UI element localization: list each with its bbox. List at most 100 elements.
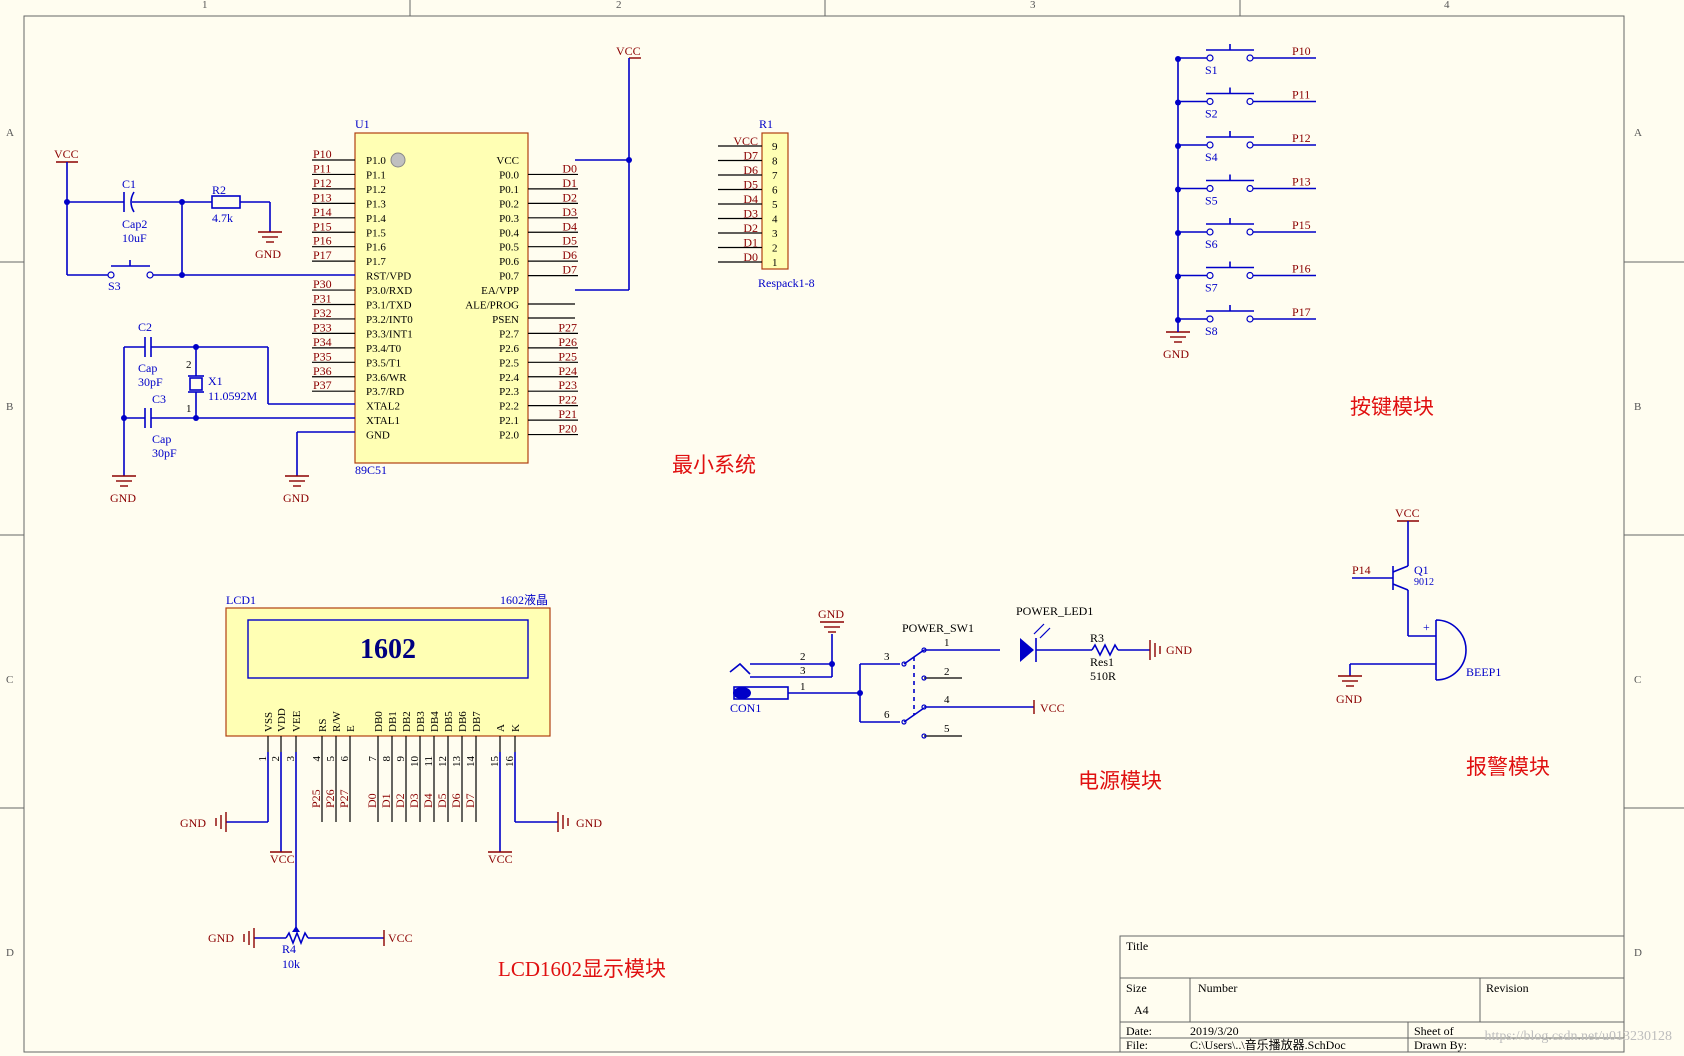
lcd-pin-label: R/W <box>331 711 343 732</box>
mcu-right-pin-label: P2.4 <box>499 372 519 384</box>
mcu-left-net-label: P16 <box>313 234 332 248</box>
respack-net-label: D2 <box>743 221 758 235</box>
key-contact <box>1246 141 1254 149</box>
lcd-pin-label: DB5 <box>443 711 455 732</box>
mcu-right-pin-label: P0.7 <box>499 271 519 283</box>
title-power: 电源模块 <box>1078 769 1162 793</box>
mcu-right-net-label: P24 <box>558 364 577 378</box>
mcu-left-pin-label: XTAL1 <box>366 415 400 427</box>
key-ref: S5 <box>1205 194 1218 208</box>
key-net: P11 <box>1292 88 1310 102</box>
key-contact <box>1206 228 1214 236</box>
mcu-left-pin-label: P1.1 <box>366 169 386 181</box>
buzzer-symbol <box>1435 619 1467 681</box>
mcu-left-pin-label: P1.5 <box>366 227 386 239</box>
lcd-net-label: P27 <box>337 789 351 808</box>
key-ref: S8 <box>1205 324 1218 338</box>
mcu-left-net-label: P12 <box>313 176 332 190</box>
grid-col-2: 2 <box>616 0 622 11</box>
respack-net-label: D5 <box>743 178 758 192</box>
key-ref: S1 <box>1205 63 1218 77</box>
lcd-pin-number: 10 <box>409 756 421 768</box>
mcu-left-pin-label: P3.1/TXD <box>366 300 412 312</box>
key-net: P13 <box>1292 175 1311 189</box>
key-contact <box>1206 97 1214 106</box>
q1-ref: Q1 <box>1414 563 1429 577</box>
lcd1602[interactable]: LCD1 1602液晶 1602 VSS1VDD2VEE3RS4R/W5E6DB… <box>225 592 551 822</box>
tb-file: File: <box>1126 1038 1148 1052</box>
lcd-pin-label: VEE <box>291 710 303 732</box>
mcu-right-pin-label: P2.1 <box>499 415 519 427</box>
grid-row-d-right: D <box>1634 947 1642 959</box>
sw-pin-4: 4 <box>944 694 950 706</box>
lcd-net-label: D0 <box>365 793 379 808</box>
alarm-module: VCC P14 Q1 9012 + GND BEEP1 <box>1336 506 1501 706</box>
grid-row-c: C <box>6 674 13 686</box>
gnd-label-reset: GND <box>255 247 281 261</box>
lcd-net-label: D3 <box>407 793 421 808</box>
mcu-u1[interactable]: U1 89C51 P1.0 P1.1 P1.2 P1.3 P1.4 P1.5 P1.6 P1.… <box>312 117 578 477</box>
key-ref: S4 <box>1205 150 1218 164</box>
c1-val: 10uF <box>122 231 147 245</box>
title-lcd: LCD1602显示模块 <box>498 957 666 981</box>
vcc-label-lcd-vdd: VCC <box>270 852 295 866</box>
vcc-label-reset: VCC <box>54 147 79 161</box>
r3-ref: R3 <box>1090 631 1104 645</box>
power-module: GND 2 3 1 CON1 3 1 2 6 4 5 POWER_SW1 VCC… <box>729 604 1192 739</box>
q1-part: 9012 <box>1414 577 1434 588</box>
mcu-right-pin-label: VCC <box>496 155 519 167</box>
grid-row-b: B <box>6 401 13 413</box>
mcu-right-net-label: D1 <box>562 176 577 190</box>
respack-pin-number: 5 <box>772 199 778 211</box>
key-contact <box>1246 97 1254 106</box>
key-contact <box>1246 184 1254 193</box>
respack-r1[interactable]: R1 Respack1-8 VCC 9 D7 8 D6 7 D5 6 D4 5 D3 4 D2 3 D1 2 D… <box>718 117 815 290</box>
x1-pin1: 1 <box>186 403 192 415</box>
mcu-left-pin-label: P1.2 <box>366 184 386 196</box>
mcu-right-net-label: D2 <box>562 190 577 204</box>
key-net: P15 <box>1292 218 1311 232</box>
mcu-left-pin-label: P1.3 <box>366 198 386 210</box>
lcd-net-label: D7 <box>463 793 477 808</box>
mcu-left-pin-label: P3.7/RD <box>366 386 404 398</box>
mcu-right-net-label: P26 <box>558 335 577 349</box>
lcd-pin-label: DB0 <box>373 711 385 732</box>
sw-pin-2: 2 <box>944 666 950 678</box>
key-contact <box>1246 271 1254 280</box>
tb-size-val: A4 <box>1134 1003 1149 1017</box>
r2-ref: R2 <box>212 183 226 197</box>
mcu-right-net-label: D6 <box>562 248 577 262</box>
r2-val: 4.7k <box>212 211 233 225</box>
key-junction <box>1175 56 1181 62</box>
key-net: P12 <box>1292 131 1311 145</box>
lcd-net-label: D6 <box>449 793 463 808</box>
mcu-left-net-label: P17 <box>313 248 332 262</box>
x1-crystal <box>189 377 203 391</box>
con1-jack <box>733 687 751 699</box>
mcu-right-pin-label: P0.5 <box>499 242 519 254</box>
mcu-right-net-label: P20 <box>558 422 577 436</box>
respack-pin-number: 1 <box>772 257 778 269</box>
r3-part: Res1 <box>1090 655 1114 669</box>
respack-net-label: D4 <box>743 192 758 206</box>
mcu-left-net-label: P31 <box>313 292 332 306</box>
key-contact <box>1246 54 1254 62</box>
schematic-sheet: 1 2 3 4 A B C D A B C D U1 89C51 P1.0 P1.… <box>0 0 1684 1053</box>
mcu-left-pin-label: P1.7 <box>366 256 386 268</box>
respack-net-label: D0 <box>743 250 758 264</box>
sw-pin-1: 1 <box>944 637 950 649</box>
r2-resistor <box>211 195 241 209</box>
grid-row-a: A <box>6 127 14 139</box>
keys-module: S1 P10 S2 P11 S4 P12 S5 P13 S6 P15 S7 P16 S8 P17 GND <box>1163 44 1316 361</box>
mcu-right-pin-label: P2.7 <box>499 328 519 340</box>
mcu-right-net-label: D3 <box>562 205 577 219</box>
mcu-left-pin-label: P3.4/T0 <box>366 343 402 355</box>
tb-number: Number <box>1198 981 1237 995</box>
x1-pin2: 2 <box>186 359 192 371</box>
respack-net-label: D6 <box>743 163 758 177</box>
lcd-pin-label: A <box>495 724 507 732</box>
mcu-right-net-label: P25 <box>558 349 577 363</box>
vcc-label-alarm: VCC <box>1395 506 1420 520</box>
mcu-left-net-label: P32 <box>313 306 332 320</box>
lcd-pin-label: DB2 <box>401 711 413 732</box>
